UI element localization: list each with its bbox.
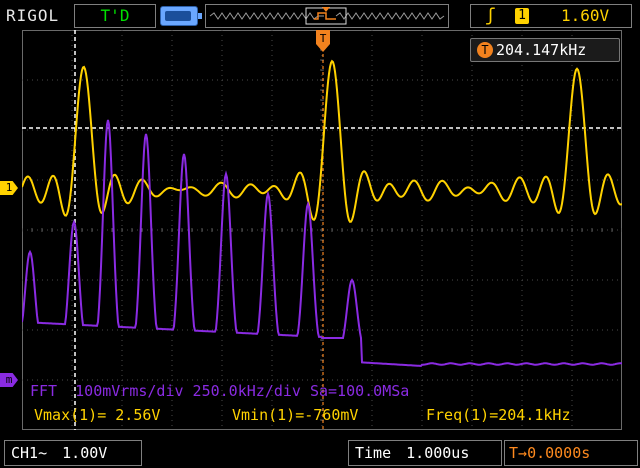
traces <box>22 59 622 367</box>
frequency-counter-value: 204.147kHz <box>496 41 587 59</box>
trigger-offset-icon: T <box>509 444 519 462</box>
math-offset-marker[interactable]: m <box>0 373 18 387</box>
memory-depth-icon <box>160 6 202 26</box>
bottom-status-bar: CH1~ 1.00V Time 1.000us T→0.0000s <box>0 436 640 468</box>
trigger-settings[interactable]: ʃ 1 1.60V <box>470 4 632 28</box>
channel1-scale[interactable]: CH1~ 1.00V <box>4 440 142 466</box>
volts-per-div: 1.00V <box>62 444 108 462</box>
timebase-scale[interactable]: Time 1.000us <box>348 440 502 466</box>
trigger-offset[interactable]: T→0.0000s <box>504 440 638 466</box>
frequency-counter: T 204.147kHz <box>470 38 620 62</box>
brand-logo: RIGOL <box>6 6 60 25</box>
trigger-status: T'D <box>74 4 156 28</box>
trigger-level: 1.60V <box>561 6 610 25</box>
channel-label: CH1~ <box>11 444 48 462</box>
trigger-icon: T <box>477 42 493 58</box>
memory-overview-strip[interactable] <box>205 4 449 28</box>
top-status-bar: RIGOL T'D ʃ 1 1.60V <box>0 0 640 30</box>
trigger-marker-label: T <box>320 32 327 45</box>
time-label: Time <box>355 444 392 462</box>
measurement-vmin: Vmin(1)=-760mV <box>232 406 359 424</box>
measurement-vmax: Vmax(1)= 2.56V <box>34 406 161 424</box>
trigger-position-marker[interactable]: T <box>316 30 330 52</box>
trigger-offset-arrow-icon: → <box>518 444 528 462</box>
measurement-freq: Freq(1)=204.1kHz <box>426 406 571 424</box>
waveform-display[interactable] <box>22 30 622 430</box>
trigger-channel-badge: 1 <box>515 8 529 24</box>
trigger-offset-value: 0.0000s <box>527 444 591 462</box>
time-per-div: 1.000us <box>406 444 470 462</box>
rising-edge-icon: ʃ <box>485 5 496 26</box>
ch1-offset-marker[interactable]: 1 <box>0 181 18 195</box>
memory-waveform-icon <box>209 7 445 25</box>
fft-settings-label: FFT 100mVrms/div 250.0kHz/div Sa=100.0MS… <box>30 382 410 400</box>
